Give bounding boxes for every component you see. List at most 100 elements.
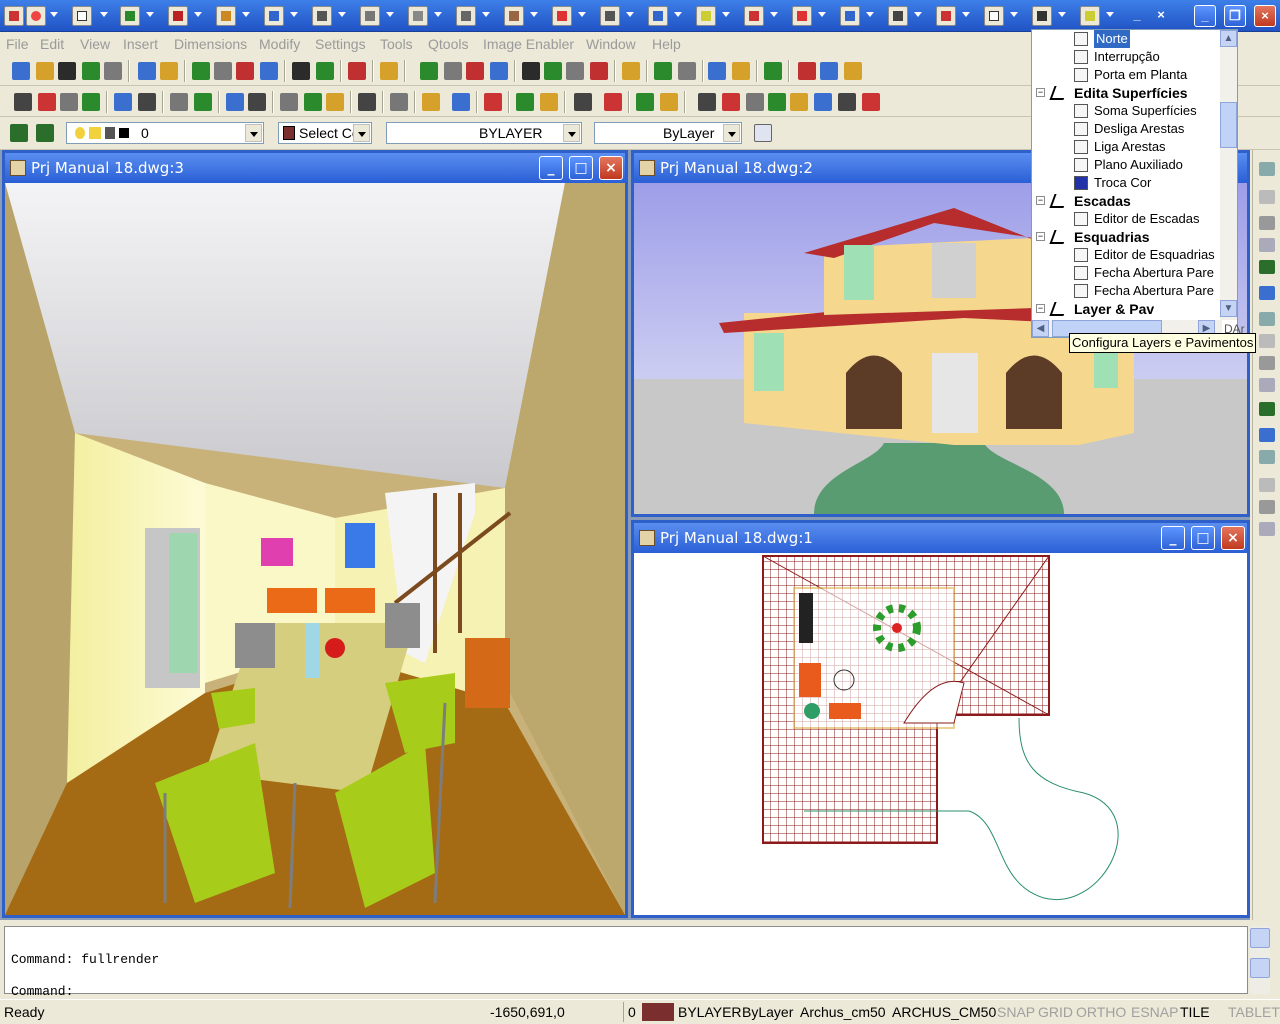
command-scrollbar[interactable] xyxy=(1250,926,1270,994)
tree-category[interactable]: − Edita Superfícies xyxy=(1032,84,1221,102)
chevron-down-icon[interactable] xyxy=(674,12,682,17)
pan-icon[interactable] xyxy=(1259,478,1275,492)
app-close-button[interactable]: × xyxy=(1254,5,1276,27)
color-select[interactable]: Select Co xyxy=(278,122,372,144)
pencil-icon[interactable] xyxy=(360,6,380,26)
zoom-realtime-icon[interactable] xyxy=(1259,162,1275,176)
scroll-up-icon[interactable]: ▲ xyxy=(1220,30,1237,47)
minimize-doc-icon[interactable]: _ xyxy=(1126,5,1148,27)
chevron-down-icon[interactable] xyxy=(866,12,874,17)
close-button[interactable]: × xyxy=(599,156,623,180)
mirror-icon[interactable] xyxy=(38,93,56,111)
tree-item[interactable]: Soma Superfícies xyxy=(1032,102,1221,120)
break-icon[interactable] xyxy=(838,93,856,111)
menu-modify[interactable]: Modify xyxy=(259,36,300,52)
trim-icon[interactable] xyxy=(170,93,188,111)
chevron-down-icon[interactable] xyxy=(818,12,826,17)
crosshair-icon[interactable] xyxy=(216,6,236,26)
cut-icon[interactable] xyxy=(444,62,462,80)
tree-item[interactable]: Editor de Esquadrias xyxy=(1032,246,1221,264)
pan-icon[interactable] xyxy=(292,62,310,80)
extend-icon[interactable] xyxy=(194,93,212,111)
north-icon[interactable] xyxy=(1032,6,1052,26)
tile-toggle[interactable]: TILE xyxy=(1180,1002,1210,1022)
offset-icon[interactable] xyxy=(60,93,78,111)
chevron-down-icon[interactable] xyxy=(1010,12,1018,17)
scroll-left-icon[interactable]: ◀ xyxy=(1032,320,1049,337)
copy-obj-icon[interactable] xyxy=(326,93,344,111)
zoom-in-icon[interactable] xyxy=(1259,500,1275,514)
scroll-down-icon[interactable]: ▼ xyxy=(1220,300,1237,317)
offset-icon[interactable] xyxy=(358,93,376,111)
chevron-down-icon[interactable] xyxy=(100,12,108,17)
close-doc-icon[interactable]: × xyxy=(1150,5,1172,27)
line-icon[interactable] xyxy=(260,62,278,80)
draw-tools-icon[interactable] xyxy=(72,6,92,26)
zoom-out-icon[interactable] xyxy=(1259,238,1275,252)
app-logo-icon[interactable] xyxy=(4,6,24,26)
redo-icon[interactable] xyxy=(522,62,540,80)
collapse-icon[interactable]: − xyxy=(1036,196,1045,205)
orbit-icon[interactable] xyxy=(1259,260,1275,274)
properties-icon[interactable] xyxy=(574,93,592,111)
open-icon[interactable] xyxy=(36,62,54,80)
menu-insert[interactable]: Insert xyxy=(123,36,158,52)
delete-icon[interactable] xyxy=(544,62,562,80)
pan-icon[interactable] xyxy=(1259,334,1275,348)
sheet-icon[interactable] xyxy=(984,6,1004,26)
pin-icon[interactable] xyxy=(888,6,908,26)
redo-icon[interactable] xyxy=(844,62,862,80)
preview-icon[interactable] xyxy=(420,62,438,80)
cube-icon[interactable] xyxy=(264,6,284,26)
user-icon[interactable] xyxy=(26,6,46,26)
array-icon[interactable] xyxy=(82,93,100,111)
chevron-down-icon[interactable] xyxy=(146,12,154,17)
chevron-down-icon[interactable] xyxy=(723,124,740,142)
viewport-window-3[interactable]: Prj Manual 18.dwg:3 _ □ × xyxy=(2,150,628,918)
interior-render-view[interactable] xyxy=(5,183,625,915)
window-title-bar[interactable]: Prj Manual 18.dwg:3 _ □ × xyxy=(5,153,625,183)
dimension-icon[interactable] xyxy=(744,6,764,26)
save-icon[interactable] xyxy=(58,62,76,80)
menu-qtools[interactable]: Qtools xyxy=(428,36,468,52)
mirror-icon[interactable] xyxy=(636,93,654,111)
delete-icon[interactable] xyxy=(214,62,232,80)
paste-icon[interactable] xyxy=(160,62,178,80)
grid-toggle[interactable]: GRID xyxy=(1038,1002,1073,1022)
fillet-icon[interactable] xyxy=(540,93,558,111)
maximize-button[interactable]: □ xyxy=(569,156,593,180)
chevron-down-icon[interactable] xyxy=(626,12,634,17)
scale-icon[interactable] xyxy=(138,93,156,111)
move-icon[interactable] xyxy=(698,93,716,111)
polyline-icon[interactable] xyxy=(792,6,812,26)
minimize-button[interactable]: _ xyxy=(1161,526,1185,550)
move-icon[interactable] xyxy=(600,6,620,26)
tree-item[interactable]: Liga Arestas xyxy=(1032,138,1221,156)
line-icon[interactable] xyxy=(590,62,608,80)
tree-item[interactable]: Fecha Abertura Pare xyxy=(1032,282,1221,300)
paste-icon[interactable] xyxy=(798,62,816,80)
grid-icon[interactable] xyxy=(120,6,140,26)
menu-file[interactable]: File xyxy=(6,36,29,52)
copy-obj-icon[interactable] xyxy=(14,93,32,111)
window-title-bar[interactable]: Prj Manual 18.dwg:1 _ □ × xyxy=(634,523,1247,553)
tree-item[interactable]: Fecha Abertura Pare xyxy=(1032,264,1221,282)
layer-zoom-icon[interactable] xyxy=(1080,6,1100,26)
scale-icon[interactable] xyxy=(746,93,764,111)
tree-vertical-scrollbar[interactable]: ▲ ▼ xyxy=(1220,30,1237,320)
menu-tools[interactable]: Tools xyxy=(380,36,413,52)
tree-item[interactable]: Plano Auxiliado xyxy=(1032,156,1221,174)
esnap-toggle[interactable]: ESNAP xyxy=(1131,1002,1178,1022)
chevron-down-icon[interactable] xyxy=(482,12,490,17)
zoom-out-icon[interactable] xyxy=(1259,378,1275,392)
scroll-down-icon[interactable] xyxy=(1250,958,1270,978)
extend-icon[interactable] xyxy=(484,93,502,111)
tree-category[interactable]: − Layer & Pav xyxy=(1032,300,1221,318)
cut-icon[interactable] xyxy=(764,62,782,80)
scroll-thumb[interactable] xyxy=(1220,102,1237,148)
redo-icon[interactable] xyxy=(192,62,210,80)
chevron-down-icon[interactable] xyxy=(1058,12,1066,17)
extend-icon[interactable] xyxy=(814,93,832,111)
match-icon[interactable] xyxy=(604,93,622,111)
chevron-down-icon[interactable] xyxy=(338,12,346,17)
